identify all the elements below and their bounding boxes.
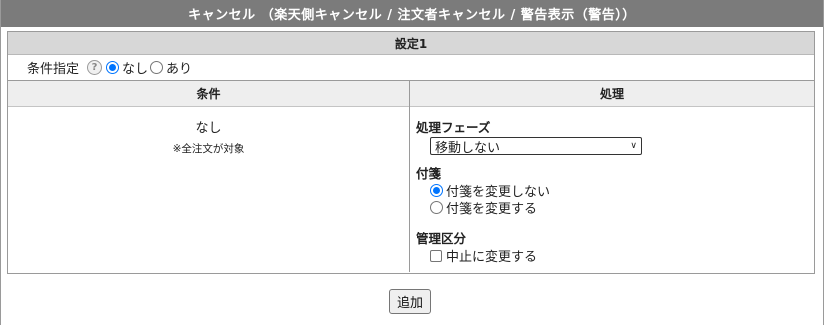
setting-header: 設定1 xyxy=(8,32,814,55)
cancel-panel: キャンセル （楽天側キャンセル / 注文者キャンセル / 警告表示（警告）） 設… xyxy=(0,0,824,325)
cancel-checkbox-label: 中止に変更する xyxy=(446,250,538,265)
phase-label: 処理フェーズ xyxy=(416,120,491,135)
condition-column: 条件 なし ※全注文が対象 xyxy=(8,81,410,272)
phase-selected-value: 移動しない xyxy=(435,140,501,156)
management-label: 管理区分 xyxy=(416,231,467,246)
chevron-down-icon: ∨ xyxy=(630,141,637,151)
condition-column-header: 条件 xyxy=(8,81,409,107)
radio-checked-icon[interactable] xyxy=(430,184,443,197)
radio-checked-icon[interactable] xyxy=(106,61,120,74)
tag-change-label: 付箋を変更する xyxy=(446,202,538,217)
setting-box: 設定1 条件指定 ? なし あり 条件 なし ※全注文が対象 処理 処理フェーズ… xyxy=(7,31,815,274)
process-column-header: 処理 xyxy=(410,81,814,107)
condition-note: ※全注文が対象 xyxy=(172,143,245,155)
radio-unchecked-icon[interactable] xyxy=(150,61,164,74)
setting-columns: 条件 なし ※全注文が対象 処理 処理フェーズ 移動しない ∨ 付箋 付箋を変更… xyxy=(8,81,814,272)
process-body: 処理フェーズ 移動しない ∨ 付箋 付箋を変更しない 付箋を変更する 管理区分 … xyxy=(410,107,814,265)
tag-label: 付箋 xyxy=(416,166,442,181)
tag-no-change-radio[interactable]: 付箋を変更しない xyxy=(416,182,814,200)
condition-value: なし xyxy=(195,121,222,136)
condition-spec-label: 条件指定 xyxy=(27,62,80,77)
condition-none-label: なし xyxy=(122,62,149,77)
panel-title: キャンセル （楽天側キャンセル / 注文者キャンセル / 警告表示（警告）） xyxy=(1,0,823,27)
process-column: 処理 処理フェーズ 移動しない ∨ 付箋 付箋を変更しない 付箋を変更する 管理… xyxy=(410,81,814,272)
condition-spec-row: 条件指定 ? なし あり xyxy=(8,55,814,81)
radio-unchecked-icon[interactable] xyxy=(430,201,443,214)
help-icon[interactable]: ? xyxy=(87,60,103,75)
condition-yes-label: あり xyxy=(166,62,193,77)
cancel-checkbox-row[interactable]: 中止に変更する xyxy=(416,247,814,265)
condition-body: なし ※全注文が対象 xyxy=(8,107,409,156)
add-button[interactable]: 追加 xyxy=(389,289,431,314)
phase-select[interactable]: 移動しない ∨ xyxy=(430,137,642,156)
cancel-checkbox[interactable] xyxy=(430,249,442,262)
condition-yes-radio[interactable]: あり xyxy=(150,58,192,77)
tag-change-radio[interactable]: 付箋を変更する xyxy=(416,199,814,217)
condition-none-radio[interactable]: なし xyxy=(106,58,148,77)
